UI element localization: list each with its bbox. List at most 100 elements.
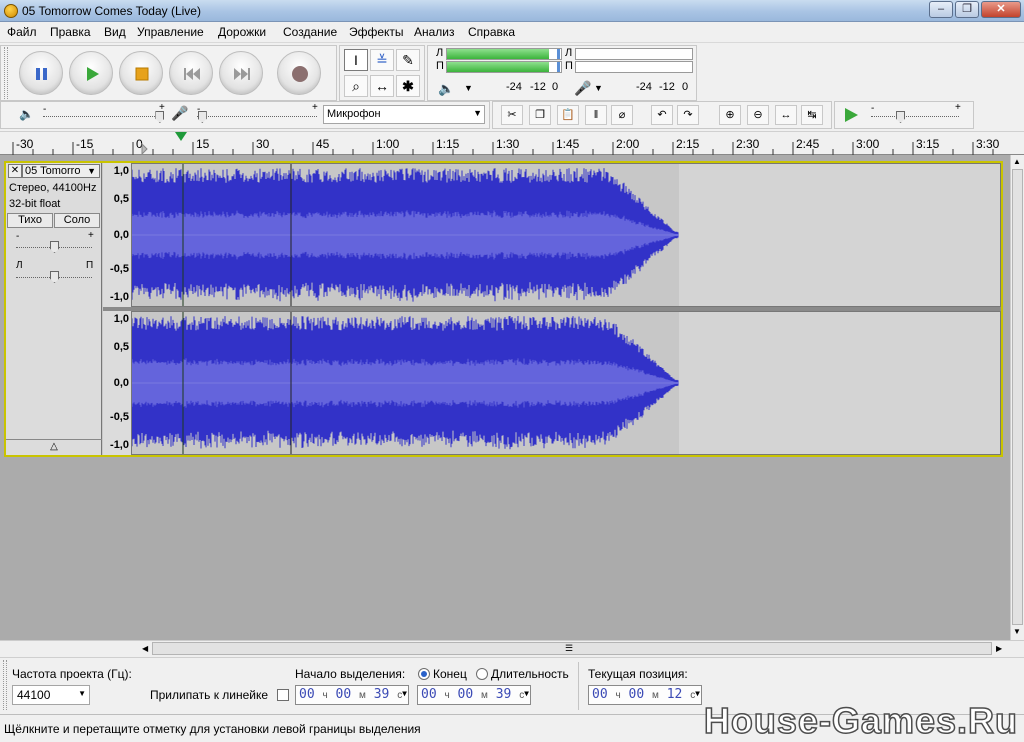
menu-file[interactable]: Файл	[7, 25, 37, 39]
scale-label: -1,0	[110, 439, 129, 451]
redo-icon[interactable]: ↷	[677, 105, 699, 125]
zoom-in-icon[interactable]: ⊕	[719, 105, 741, 125]
position-seconds: 12	[666, 687, 683, 702]
solo-button[interactable]: Соло	[54, 213, 100, 228]
timeline-ruler[interactable]: -30 -15 0 15 30 45 1:00 1:15 1:30 1:45 2:00 2:15 2:3…	[0, 131, 1024, 156]
skip-start-button[interactable]	[169, 51, 213, 95]
skip-end-button[interactable]	[219, 51, 263, 95]
paste-icon[interactable]: 📋	[557, 105, 579, 125]
horizontal-scroll-thumb[interactable]: ☰	[152, 642, 992, 655]
rec-meter-menu-arrow[interactable]: ▼	[594, 83, 603, 93]
undo-icon[interactable]: ↶	[651, 105, 673, 125]
ruler-label: 3:30	[976, 137, 1000, 151]
rec-meter-left	[575, 48, 693, 60]
audio-track[interactable]: ✕ 05 Tomorro ▼ Стерео, 44100Hz 32-bit fl…	[4, 161, 1003, 457]
toolbar-grip[interactable]	[3, 660, 7, 710]
rec-scale-tick: -12	[659, 81, 675, 93]
envelope-tool[interactable]: ≚	[370, 49, 394, 71]
maximize-button[interactable]: ❐	[955, 1, 979, 18]
input-volume-slider[interactable]	[197, 116, 317, 117]
close-track-button[interactable]: ✕	[8, 164, 22, 178]
pan-left-label: Л	[16, 260, 23, 271]
menu-edit[interactable]: Правка	[50, 25, 91, 39]
scroll-left-icon[interactable]: ◀	[142, 644, 148, 653]
speed-thumb[interactable]	[896, 111, 906, 123]
fit-project-icon[interactable]: ↹	[801, 105, 823, 125]
play-head-marker[interactable]	[175, 132, 187, 141]
waveform-left-channel[interactable]	[131, 163, 1001, 307]
hours-unit: ч	[615, 690, 621, 701]
draw-tool[interactable]: ✎	[396, 49, 420, 71]
output-volume-thumb[interactable]	[155, 111, 165, 123]
timeshift-tool[interactable]: ↔	[370, 75, 394, 97]
play-icon	[845, 108, 858, 122]
microphone-icon[interactable]: 🎤	[574, 80, 591, 97]
menu-analyze[interactable]: Анализ	[414, 25, 455, 39]
scale-label: 0,0	[113, 229, 129, 241]
stop-icon	[135, 67, 149, 81]
snap-label: Прилипать к линейке	[150, 688, 269, 702]
scissors-icon[interactable]: ✂	[501, 105, 523, 125]
scale-label: 0,5	[113, 341, 129, 353]
play-button[interactable]	[69, 51, 113, 95]
collapse-track-button[interactable]: △	[6, 439, 102, 455]
track-menu-button[interactable]: 05 Tomorro ▼	[22, 164, 100, 178]
scroll-right-icon[interactable]: ▶	[996, 644, 1002, 653]
waveform-right-channel[interactable]	[131, 311, 1001, 455]
speaker-icon[interactable]: 🔈	[438, 81, 454, 97]
close-button[interactable]: ✕	[981, 1, 1021, 18]
menu-generate[interactable]: Создание	[283, 25, 337, 39]
menu-help[interactable]: Справка	[468, 25, 515, 39]
toolbar-grip[interactable]	[4, 47, 8, 99]
transport-toolbar	[0, 45, 337, 101]
end-minutes: 00	[457, 687, 474, 702]
ruler-label: 2:45	[796, 137, 820, 151]
multi-tool[interactable]: ✱	[396, 75, 420, 97]
rec-scale-tick: -24	[636, 81, 652, 93]
project-rate-select[interactable]: 44100 ▼	[12, 685, 90, 705]
menu-view[interactable]: Вид	[104, 25, 126, 39]
minimize-button[interactable]: –	[929, 1, 953, 18]
fit-selection-icon[interactable]: ↔	[775, 105, 797, 125]
zoom-tool[interactable]: ⌕	[344, 75, 368, 97]
menu-effects[interactable]: Эффекты	[349, 25, 404, 39]
title-bar: 05 Tomorrow Comes Today (Live) – ❐ ✕	[0, 0, 1024, 22]
selection-end-field[interactable]: 00 ч 00 м 39 с ▼	[417, 685, 531, 705]
menu-tracks[interactable]: Дорожки	[218, 25, 266, 39]
output-volume-slider[interactable]	[43, 116, 163, 117]
input-device-select[interactable]: Микрофон ▼	[323, 105, 485, 124]
input-device-value: Микрофон	[327, 108, 381, 120]
selection-start-field[interactable]: 00 ч 00 м 39 с ▼	[295, 685, 409, 705]
pan-thumb[interactable]	[50, 271, 59, 283]
horizontal-scrollbar[interactable]: ◀ ☰ ▶	[0, 640, 1024, 657]
selection-tool[interactable]: I	[344, 49, 368, 71]
menu-transport[interactable]: Управление	[137, 25, 204, 39]
pause-button[interactable]	[19, 51, 63, 95]
length-radio[interactable]	[476, 668, 488, 680]
mute-button[interactable]: Тихо	[7, 213, 53, 228]
scroll-down-icon[interactable]: ▼	[1013, 627, 1021, 636]
record-button[interactable]	[277, 51, 321, 95]
silence-icon[interactable]: ⌀	[611, 105, 633, 125]
vertical-scroll-thumb[interactable]	[1012, 169, 1023, 625]
input-slider-plus: +	[312, 102, 318, 113]
vertical-scrollbar[interactable]: ▲ ▼	[1010, 155, 1024, 640]
input-volume-thumb[interactable]	[197, 111, 207, 123]
play-meter-right	[446, 61, 562, 73]
speed-slider[interactable]	[871, 116, 959, 117]
scroll-up-icon[interactable]: ▲	[1013, 157, 1021, 166]
snap-checkbox[interactable]	[277, 689, 289, 701]
zoom-out-icon[interactable]: ⊖	[747, 105, 769, 125]
stop-button[interactable]	[119, 51, 163, 95]
scale-label: 0,5	[113, 193, 129, 205]
skip-start-icon	[184, 68, 200, 80]
status-text: Щёлкните и перетащите отметку для устано…	[4, 722, 421, 736]
play-scale-tick: 0	[552, 81, 559, 93]
end-radio[interactable]	[418, 668, 430, 680]
play-meter-menu-arrow[interactable]: ▼	[464, 83, 473, 93]
trim-icon[interactable]: ‖	[585, 105, 607, 125]
gain-thumb[interactable]	[50, 241, 59, 253]
play-at-speed-button[interactable]	[841, 105, 861, 125]
copy-icon[interactable]: ❐	[529, 105, 551, 125]
audio-position-field[interactable]: 00 ч 00 м 12 с ▼	[588, 685, 702, 705]
